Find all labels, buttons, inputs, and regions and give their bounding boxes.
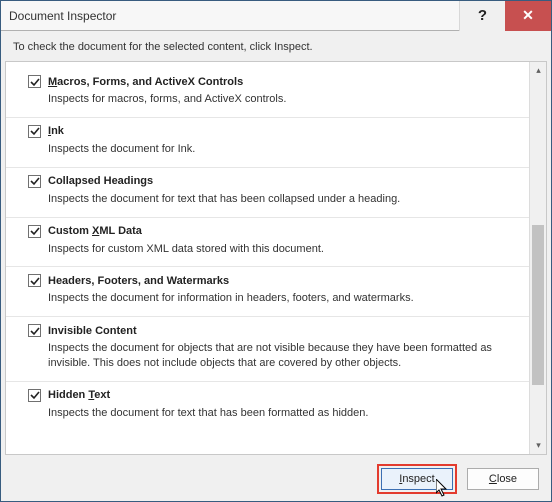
option-label: Macros, Forms, and ActiveX Controls (48, 76, 243, 88)
scroll-track[interactable] (530, 79, 546, 437)
option-checkbox[interactable] (28, 324, 41, 337)
window-close-button[interactable]: ✕ (505, 1, 551, 31)
option-label: Invisible Content (48, 325, 137, 337)
inspection-option: Headers, Footers, and Watermarks Inspects… (6, 266, 529, 316)
option-checkbox[interactable] (28, 389, 41, 402)
option-description: Inspects the document for information in… (28, 291, 515, 306)
inspection-option: Hidden Text Inspects the document for tex… (6, 381, 529, 431)
inspection-option: Ink Inspects the document for Ink. (6, 117, 529, 167)
inspection-option: Collapsed Headings Inspects the document … (6, 167, 529, 217)
titlebar: Document Inspector ? ✕ (1, 1, 551, 31)
vertical-scrollbar[interactable]: ▴ ▾ (529, 62, 546, 454)
option-checkbox[interactable] (28, 125, 41, 138)
inspection-option: Macros, Forms, and ActiveX Controls Inspe… (6, 68, 529, 117)
option-description: Inspects for macros, forms, and ActiveX … (28, 92, 515, 107)
document-inspector-dialog: Document Inspector ? ✕ To check the docu… (0, 0, 552, 502)
option-checkbox[interactable] (28, 75, 41, 88)
inspection-option: Invisible Content Inspects the document f… (6, 316, 529, 381)
help-button[interactable]: ? (459, 1, 505, 31)
option-checkbox[interactable] (28, 175, 41, 188)
scroll-thumb[interactable] (532, 225, 544, 385)
window-title: Document Inspector (1, 9, 459, 23)
inspection-option: Custom XML Data Inspects for custom XML d… (6, 217, 529, 267)
option-description: Inspects the document for objects that a… (28, 341, 515, 371)
inspect-highlight: Inspect (377, 464, 457, 494)
option-checkbox[interactable] (28, 274, 41, 287)
option-description: Inspects the document for text that has … (28, 406, 515, 421)
close-button[interactable]: Close (467, 468, 539, 490)
scroll-up-arrow-icon[interactable]: ▴ (530, 62, 547, 79)
option-description: Inspects for custom XML data stored with… (28, 242, 515, 257)
option-label: Custom XML Data (48, 225, 142, 237)
option-description: Inspects the document for text that has … (28, 192, 515, 207)
option-checkbox[interactable] (28, 225, 41, 238)
inspect-button[interactable]: Inspect (381, 468, 453, 490)
instruction-text: To check the document for the selected c… (1, 31, 551, 61)
option-label: Collapsed Headings (48, 175, 153, 187)
content-area: Macros, Forms, and ActiveX Controls Inspe… (5, 61, 547, 455)
option-description: Inspects the document for Ink. (28, 142, 515, 157)
scroll-down-arrow-icon[interactable]: ▾ (530, 437, 547, 454)
option-label: Hidden Text (48, 389, 110, 401)
options-list: Macros, Forms, and ActiveX Controls Inspe… (6, 62, 529, 454)
dialog-footer: Inspect Close (1, 457, 551, 501)
option-label: Headers, Footers, and Watermarks (48, 275, 229, 287)
option-label: Ink (48, 125, 64, 137)
